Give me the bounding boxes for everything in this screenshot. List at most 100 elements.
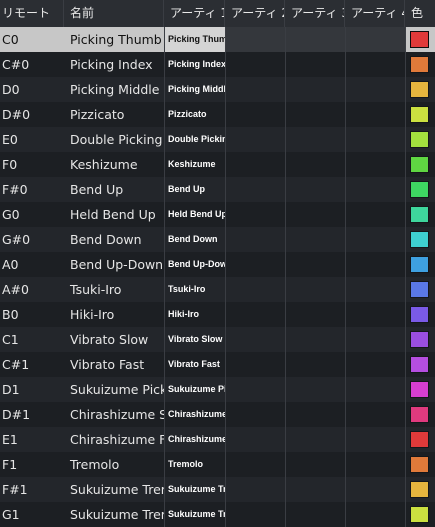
color-cell[interactable]: [405, 302, 435, 327]
articulation-3-cell[interactable]: [285, 277, 345, 302]
articulation-2-cell[interactable]: [225, 52, 285, 77]
table-row[interactable]: C0Picking ThumbPicking Thumb: [0, 27, 435, 52]
sound-slot-name-cell[interactable]: Picking Index: [64, 52, 164, 77]
table-row[interactable]: C#1 Vibrato Fast Vibrato Fast: [0, 352, 435, 377]
remote-key-cell[interactable]: D#0: [0, 102, 64, 127]
color-swatch[interactable]: [410, 406, 429, 423]
color-swatch[interactable]: [410, 381, 429, 398]
color-swatch[interactable]: [410, 331, 429, 348]
articulation-1-cell[interactable]: Vibrato Slow: [164, 327, 225, 352]
color-swatch[interactable]: [410, 31, 429, 48]
articulation-3-cell[interactable]: [285, 252, 345, 277]
color-cell[interactable]: [405, 427, 435, 452]
articulation-3-cell[interactable]: [285, 502, 345, 527]
articulation-1-cell[interactable]: Sukuizume Picking: [164, 377, 225, 402]
articulation-3-cell[interactable]: [285, 402, 345, 427]
remote-key-cell[interactable]: D0: [0, 77, 64, 102]
articulation-2-cell[interactable]: [225, 177, 285, 202]
color-cell[interactable]: [405, 252, 435, 277]
articulation-1-cell[interactable]: Sukuizume Tremolo: [164, 502, 225, 527]
articulation-2-cell[interactable]: [225, 202, 285, 227]
sound-slot-name-cell[interactable]: Tremolo: [64, 452, 164, 477]
articulation-4-cell[interactable]: [345, 377, 405, 402]
column-header-color[interactable]: 色: [405, 0, 435, 27]
table-row[interactable]: G1Sukuizume TremoloSukuizume Tremolo: [0, 502, 435, 527]
table-row[interactable]: D0 Picking Middle Picking Middle: [0, 77, 435, 102]
articulation-3-cell[interactable]: [285, 77, 345, 102]
articulation-1-cell[interactable]: Held Bend Up: [164, 202, 225, 227]
articulation-2-cell[interactable]: [225, 327, 285, 352]
sound-slot-name-cell[interactable]: Picking Thumb: [64, 27, 164, 52]
table-row[interactable]: C#0 Picking Index Picking Index: [0, 52, 435, 77]
color-cell[interactable]: [405, 277, 435, 302]
color-cell[interactable]: [405, 152, 435, 177]
sound-slot-name-cell[interactable]: Bend Down: [64, 227, 164, 252]
sound-slot-name-cell[interactable]: Hiki-Iro: [64, 302, 164, 327]
articulation-3-cell[interactable]: [285, 427, 345, 452]
articulation-2-cell[interactable]: [225, 377, 285, 402]
color-swatch[interactable]: [410, 356, 429, 373]
sound-slot-name-cell[interactable]: Bend Up-Down: [64, 252, 164, 277]
color-swatch[interactable]: [410, 456, 429, 473]
articulation-4-cell[interactable]: [345, 327, 405, 352]
color-cell[interactable]: [405, 27, 435, 52]
articulation-4-cell[interactable]: [345, 477, 405, 502]
table-row[interactable]: F1 Tremolo Tremolo: [0, 452, 435, 477]
color-swatch[interactable]: [410, 81, 429, 98]
color-swatch[interactable]: [410, 131, 429, 148]
color-cell[interactable]: [405, 177, 435, 202]
color-swatch[interactable]: [410, 506, 429, 523]
color-cell[interactable]: [405, 502, 435, 527]
sound-slot-name-cell[interactable]: Sukuizume Picking: [64, 377, 164, 402]
articulation-1-cell[interactable]: Chirashizume Slow: [164, 402, 225, 427]
table-row[interactable]: F#0 Bend Up Bend Up: [0, 177, 435, 202]
articulation-2-cell[interactable]: [225, 152, 285, 177]
articulation-2-cell[interactable]: [225, 302, 285, 327]
sound-slot-name-cell[interactable]: Picking Middle: [64, 77, 164, 102]
articulation-2-cell[interactable]: [225, 502, 285, 527]
articulation-1-cell[interactable]: Bend Up: [164, 177, 225, 202]
table-row[interactable]: G#0 Bend Down Bend Down: [0, 227, 435, 252]
remote-key-cell[interactable]: A#0: [0, 277, 64, 302]
articulation-3-cell[interactable]: [285, 177, 345, 202]
articulation-1-cell[interactable]: Tremolo: [164, 452, 225, 477]
color-cell[interactable]: [405, 477, 435, 502]
color-swatch[interactable]: [410, 181, 429, 198]
remote-key-cell[interactable]: G#0: [0, 227, 64, 252]
remote-key-cell[interactable]: C#1: [0, 352, 64, 377]
sound-slot-name-cell[interactable]: Bend Up: [64, 177, 164, 202]
color-cell[interactable]: [405, 52, 435, 77]
articulation-2-cell[interactable]: [225, 452, 285, 477]
sound-slot-name-cell[interactable]: Chirashizume Fast: [64, 427, 164, 452]
color-swatch[interactable]: [410, 481, 429, 498]
color-swatch[interactable]: [410, 431, 429, 448]
articulation-4-cell[interactable]: [345, 502, 405, 527]
remote-key-cell[interactable]: F0: [0, 152, 64, 177]
articulation-3-cell[interactable]: [285, 52, 345, 77]
articulation-1-cell[interactable]: Picking Thumb: [164, 27, 225, 52]
sound-slot-name-cell[interactable]: Vibrato Slow: [64, 327, 164, 352]
remote-key-cell[interactable]: G1: [0, 502, 64, 527]
articulation-2-cell[interactable]: [225, 252, 285, 277]
remote-key-cell[interactable]: D1: [0, 377, 64, 402]
remote-key-cell[interactable]: C0: [0, 27, 64, 52]
remote-key-cell[interactable]: G0: [0, 202, 64, 227]
color-cell[interactable]: [405, 377, 435, 402]
table-row[interactable]: A0Bend Up-DownBend Up-Down: [0, 252, 435, 277]
color-swatch[interactable]: [410, 56, 429, 73]
articulation-4-cell[interactable]: [345, 77, 405, 102]
color-swatch[interactable]: [410, 306, 429, 323]
articulation-1-cell[interactable]: Bend Up-Down: [164, 252, 225, 277]
sound-slot-name-cell[interactable]: Held Bend Up: [64, 202, 164, 227]
articulation-1-cell[interactable]: Picking Middle: [164, 77, 225, 102]
articulation-4-cell[interactable]: [345, 302, 405, 327]
articulation-2-cell[interactable]: [225, 127, 285, 152]
articulation-4-cell[interactable]: [345, 227, 405, 252]
sound-slot-name-cell[interactable]: Keshizume: [64, 152, 164, 177]
articulation-2-cell[interactable]: [225, 427, 285, 452]
articulation-4-cell[interactable]: [345, 352, 405, 377]
color-swatch[interactable]: [410, 231, 429, 248]
articulation-3-cell[interactable]: [285, 152, 345, 177]
color-swatch[interactable]: [410, 156, 429, 173]
articulation-4-cell[interactable]: [345, 152, 405, 177]
